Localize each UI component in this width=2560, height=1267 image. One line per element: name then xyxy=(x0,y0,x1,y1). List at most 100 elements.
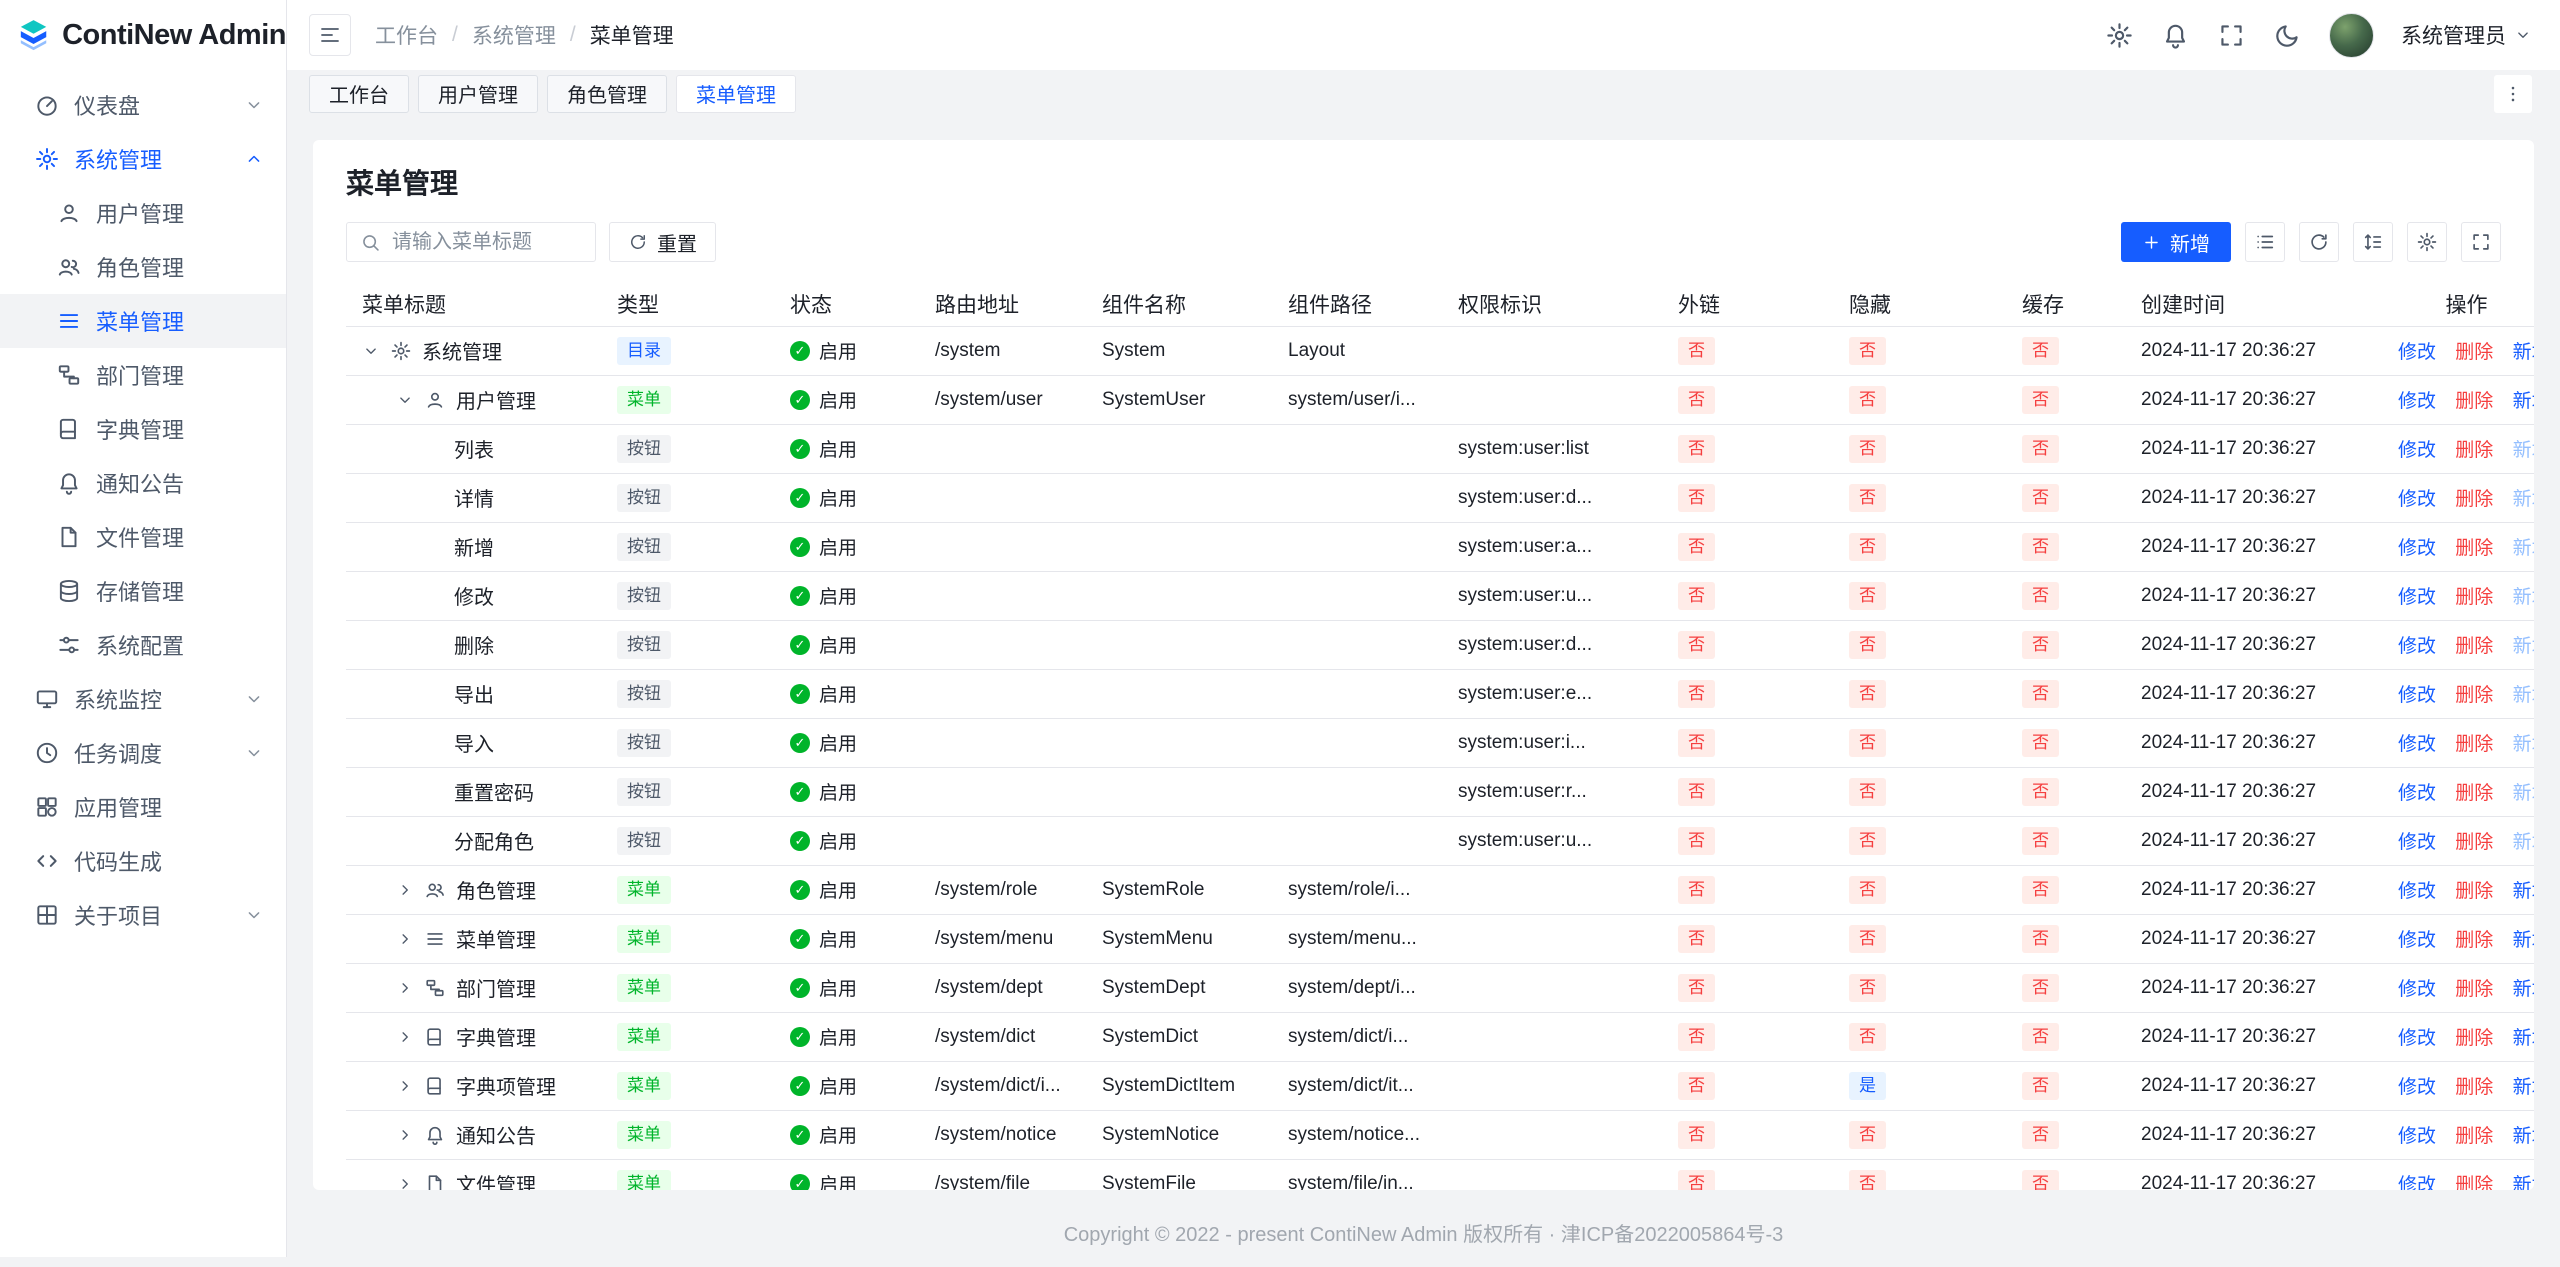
chevron-right-icon[interactable] xyxy=(396,1126,414,1144)
edit-link[interactable]: 修改 xyxy=(2398,1175,2436,1190)
status-label: 启用 xyxy=(819,778,857,805)
sidebar-subitem[interactable]: 通知公告 xyxy=(0,456,286,510)
edit-link[interactable]: 修改 xyxy=(2398,685,2436,706)
tab[interactable]: 角色管理 xyxy=(547,75,667,113)
sidebar-item[interactable]: 应用管理 xyxy=(0,780,286,834)
edit-link[interactable]: 修改 xyxy=(2398,538,2436,559)
delete-link[interactable]: 删除 xyxy=(2455,930,2493,951)
chevron-down-icon[interactable] xyxy=(362,342,380,360)
breadcrumb-item[interactable]: 系统管理 xyxy=(472,20,556,50)
sidebar-item[interactable]: 系统管理 xyxy=(0,132,286,186)
sidebar-subitem[interactable]: 字典管理 xyxy=(0,402,286,456)
delete-link[interactable]: 删除 xyxy=(2455,783,2493,804)
add-link[interactable]: 新增 xyxy=(2513,342,2534,363)
sidebar-subitem[interactable]: 部门管理 xyxy=(0,348,286,402)
add-link[interactable]: 新增 xyxy=(2513,979,2534,1000)
delete-link[interactable]: 删除 xyxy=(2455,979,2493,1000)
edit-link[interactable]: 修改 xyxy=(2398,930,2436,951)
sidebar-subitem[interactable]: 文件管理 xyxy=(0,510,286,564)
chevron-down-icon[interactable] xyxy=(396,391,414,409)
sidebar-subitem[interactable]: 系统配置 xyxy=(0,618,286,672)
add-link[interactable]: 新增 xyxy=(2513,930,2534,951)
avatar[interactable] xyxy=(2329,13,2374,58)
chevron-right-icon[interactable] xyxy=(396,1028,414,1046)
sidebar-collapse-button[interactable] xyxy=(309,14,351,56)
search-input[interactable] xyxy=(390,230,582,255)
delete-link[interactable]: 删除 xyxy=(2455,538,2493,559)
component-path-cell xyxy=(1272,522,1442,571)
tab[interactable]: 工作台 xyxy=(309,75,409,113)
column-settings-button[interactable] xyxy=(2407,222,2447,262)
edit-link[interactable]: 修改 xyxy=(2398,636,2436,657)
table-fullscreen-button[interactable] xyxy=(2461,222,2501,262)
edit-link[interactable]: 修改 xyxy=(2398,391,2436,412)
add-link[interactable]: 新增 xyxy=(2513,1175,2534,1190)
delete-link[interactable]: 删除 xyxy=(2455,832,2493,853)
add-button[interactable]: 新增 xyxy=(2121,222,2231,262)
delete-link[interactable]: 删除 xyxy=(2455,391,2493,412)
tab-more-button[interactable] xyxy=(2494,75,2532,113)
add-link[interactable]: 新增 xyxy=(2513,391,2534,412)
list-icon xyxy=(2254,231,2276,253)
edit-link[interactable]: 修改 xyxy=(2398,979,2436,1000)
sidebar-item[interactable]: 代码生成 xyxy=(0,834,286,888)
edit-link[interactable]: 修改 xyxy=(2398,783,2436,804)
moon-icon[interactable] xyxy=(2273,21,2302,50)
edit-link[interactable]: 修改 xyxy=(2398,1028,2436,1049)
chevron-right-icon[interactable] xyxy=(396,1175,414,1191)
tab[interactable]: 菜单管理 xyxy=(676,75,796,113)
chevron-right-icon[interactable] xyxy=(396,881,414,899)
sidebar-subitem[interactable]: 用户管理 xyxy=(0,186,286,240)
edit-link[interactable]: 修改 xyxy=(2398,1126,2436,1147)
menu-title: 系统管理 xyxy=(422,336,502,365)
delete-link[interactable]: 删除 xyxy=(2455,636,2493,657)
user-menu[interactable]: 系统管理员 xyxy=(2401,20,2532,50)
breadcrumb-item[interactable]: 工作台 xyxy=(375,20,438,50)
edit-link[interactable]: 修改 xyxy=(2398,342,2436,363)
delete-link[interactable]: 删除 xyxy=(2455,1028,2493,1049)
fullscreen-icon[interactable] xyxy=(2217,21,2246,50)
edit-link[interactable]: 修改 xyxy=(2398,489,2436,510)
refresh-table-button[interactable] xyxy=(2299,222,2339,262)
chevron-right-icon[interactable] xyxy=(396,979,414,997)
sidebar-item[interactable]: 系统监控 xyxy=(0,672,286,726)
delete-link[interactable]: 删除 xyxy=(2455,587,2493,608)
sidebar-subitem[interactable]: 角色管理 xyxy=(0,240,286,294)
created-time: 2024-11-17 20:36:27 xyxy=(2125,571,2375,620)
delete-link[interactable]: 删除 xyxy=(2455,440,2493,461)
sidebar-subitem[interactable]: 存储管理 xyxy=(0,564,286,618)
delete-link[interactable]: 删除 xyxy=(2455,734,2493,755)
edit-link[interactable]: 修改 xyxy=(2398,832,2436,853)
add-link[interactable]: 新增 xyxy=(2513,1028,2534,1049)
chevron-right-icon[interactable] xyxy=(396,930,414,948)
edit-link[interactable]: 修改 xyxy=(2398,1077,2436,1098)
delete-link[interactable]: 删除 xyxy=(2455,881,2493,902)
delete-link[interactable]: 删除 xyxy=(2455,489,2493,510)
sidebar-item[interactable]: 关于项目 xyxy=(0,888,286,942)
edit-link[interactable]: 修改 xyxy=(2398,440,2436,461)
sidebar-item[interactable]: 仪表盘 xyxy=(0,78,286,132)
delete-link[interactable]: 删除 xyxy=(2455,685,2493,706)
delete-link[interactable]: 删除 xyxy=(2455,1077,2493,1098)
sidebar-item[interactable]: 任务调度 xyxy=(0,726,286,780)
reset-button[interactable]: 重置 xyxy=(609,222,716,262)
add-link[interactable]: 新增 xyxy=(2513,1077,2534,1098)
edit-link[interactable]: 修改 xyxy=(2398,587,2436,608)
gear-icon[interactable] xyxy=(2105,21,2134,50)
sidebar-subitem[interactable]: 菜单管理 xyxy=(0,294,286,348)
delete-link[interactable]: 删除 xyxy=(2455,1175,2493,1190)
tab[interactable]: 用户管理 xyxy=(418,75,538,113)
edit-link[interactable]: 修改 xyxy=(2398,881,2436,902)
add-link[interactable]: 新增 xyxy=(2513,881,2534,902)
chevron-right-icon[interactable] xyxy=(396,1077,414,1095)
bell-icon[interactable] xyxy=(2161,21,2190,50)
brand[interactable]: ContiNew Admin xyxy=(0,0,286,70)
edit-link[interactable]: 修改 xyxy=(2398,734,2436,755)
breadcrumb-item[interactable]: 菜单管理 xyxy=(590,20,674,50)
batch-list-button[interactable] xyxy=(2245,222,2285,262)
delete-link[interactable]: 删除 xyxy=(2455,1126,2493,1147)
row-height-button[interactable] xyxy=(2353,222,2393,262)
delete-link[interactable]: 删除 xyxy=(2455,342,2493,363)
cache-badge: 否 xyxy=(2022,533,2059,561)
add-link[interactable]: 新增 xyxy=(2513,1126,2534,1147)
